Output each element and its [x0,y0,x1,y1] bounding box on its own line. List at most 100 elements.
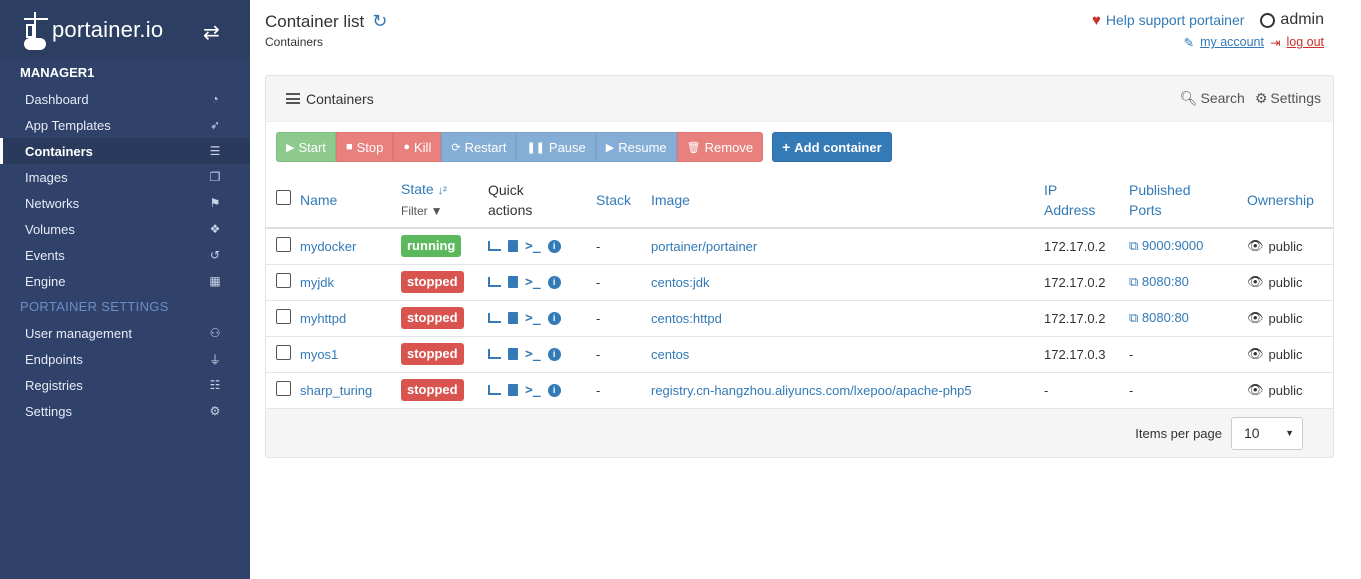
gear-icon: ⚙ [1254,90,1268,106]
stats-chart-icon[interactable] [488,313,501,323]
sidebar-item-engine[interactable]: Engine ▦ [0,268,250,294]
ownership-value: 👁︎ public [1247,274,1329,290]
trash-icon: 🗑︎ [686,141,701,154]
filter-icon[interactable]: ▼ [431,201,443,221]
console-terminal-icon[interactable]: >_ [525,239,541,254]
row-checkbox[interactable] [276,345,291,360]
portainer-logo-icon[interactable] [22,10,50,50]
state-filter[interactable]: Filter ▼ [401,201,480,221]
sort-icon[interactable]: ↓² [438,185,447,197]
sidebar-item-settings[interactable]: Settings ⚙ [0,398,250,424]
port-link[interactable]: ⧉ 8080:80 [1129,274,1189,289]
port-link[interactable]: ⧉ 9000:9000 [1129,238,1203,253]
sidebar-item-volumes[interactable]: Volumes ❖ [0,216,250,242]
container-name-link[interactable]: myos1 [300,347,338,362]
stop-button[interactable]: ■ Stop [335,132,394,162]
row-checkbox[interactable] [276,309,291,324]
stats-chart-icon[interactable] [488,349,501,359]
inspect-info-icon[interactable]: i [547,347,561,361]
kill-button[interactable]: ● Kill [393,132,442,162]
search-button[interactable]: 🔍︎ Search [1180,90,1245,107]
containers-widget: Containers 🔍︎ Search ⚙ Settings ▶ Start ■ St… [265,75,1334,458]
image-link[interactable]: centos [651,347,689,362]
add-container-button[interactable]: + Add container [772,132,892,162]
image-link[interactable]: portainer/portainer [651,239,757,254]
filter-label[interactable]: Filter [401,201,428,221]
console-terminal-icon[interactable]: >_ [525,383,541,398]
image-link[interactable]: centos:jdk [651,275,710,290]
inspect-info-icon[interactable]: i [547,383,561,397]
console-terminal-icon[interactable]: >_ [525,347,541,362]
stats-chart-icon[interactable] [488,241,501,252]
start-button[interactable]: ▶ Start [276,132,336,162]
sidebar-item-images[interactable]: Images ❐ [0,164,250,190]
sidebar-item-events[interactable]: Events ↺ [0,242,250,268]
column-ownership[interactable]: Ownership [1243,172,1333,229]
column-image[interactable]: Image [647,172,1040,229]
inspect-info-icon[interactable]: i [547,239,561,253]
inspect-info-icon[interactable]: i [547,275,561,289]
inspect-info-icon[interactable]: i [547,311,561,325]
heart-icon[interactable]: ♥ [1092,12,1101,29]
image-link[interactable]: centos:httpd [651,311,722,326]
clone-icon: ❐ [209,170,221,184]
plug-icon: ⏚ [208,352,221,367]
image-link[interactable]: registry.cn-hangzhou.aliyuncs.com/lxepoo… [651,383,972,398]
table-header-row: Name State ↓² Filter ▼ Quick actions Stack… [266,172,1333,229]
sidebar-item-networks[interactable]: Networks ⚑ [0,190,250,216]
chevron-down-icon: ▼ [1285,428,1294,438]
user-circle-icon [1260,12,1276,28]
log-out-link[interactable]: log out [1286,35,1324,50]
remove-button[interactable]: 🗑︎ Remove [676,132,764,162]
state-header-label[interactable]: State [401,181,434,197]
my-account-link[interactable]: my account [1200,35,1264,50]
row-checkbox[interactable] [276,237,291,253]
column-name[interactable]: Name [296,172,397,229]
row-checkbox[interactable] [276,381,291,396]
column-state[interactable]: State ↓² Filter ▼ [397,172,484,229]
stats-chart-icon[interactable] [488,385,501,395]
container-name-link[interactable]: mydocker [300,239,356,254]
stats-chart-icon[interactable] [488,277,501,287]
sidebar-item-registries[interactable]: Registries ☷ [0,372,250,398]
sidebar-item-endpoints[interactable]: Endpoints ⏚ [0,346,250,372]
row-checkbox[interactable] [276,273,291,288]
help-support-link[interactable]: Help support portainer [1106,12,1245,28]
eye-icon: 👁︎ [1247,346,1264,361]
database-icon: ☷ [209,378,221,392]
sidebar-settings-menu: User management ⚇ Endpoints ⏚ Registries ☷ Set… [0,320,250,424]
column-published-ports[interactable]: Published Ports [1125,172,1243,229]
logs-file-icon[interactable] [508,384,518,396]
brand-bar: portainer.io ⇄ [0,0,250,60]
exchange-icon[interactable]: ⇄ [203,20,220,45]
items-per-page-select[interactable]: 10 ▼ [1231,416,1303,450]
container-name-link[interactable]: myjdk [300,275,334,290]
container-name-link[interactable]: myhttpd [300,311,346,326]
console-terminal-icon[interactable]: >_ [525,275,541,290]
plus-icon: + [782,139,791,155]
sidebar-item-label: Endpoints [25,351,83,367]
restart-button[interactable]: ⟳ Restart [441,132,517,162]
status-badge: stopped [401,307,464,329]
refresh-icon[interactable]: ↻ [372,11,387,32]
logs-file-icon[interactable] [508,276,518,288]
sidebar-item-dashboard[interactable]: Dashboard ◔ [0,86,250,112]
select-all-checkbox[interactable] [276,189,291,205]
logo-text[interactable]: portainer.io [52,17,163,43]
resume-label: Resume [618,139,667,155]
port-link[interactable]: ⧉ 8080:80 [1129,310,1189,325]
resume-button[interactable]: ▶ Resume [595,132,677,162]
logs-file-icon[interactable] [508,240,518,253]
logs-file-icon[interactable] [508,312,518,324]
logs-file-icon[interactable] [508,348,518,360]
sidebar-item-user-management[interactable]: User management ⚇ [0,320,250,346]
pause-button[interactable]: ❚❚ Pause [516,132,596,162]
console-terminal-icon[interactable]: >_ [525,311,541,326]
page-title-wrap: Container list ↻ [265,11,387,32]
sidebar-item-containers[interactable]: Containers ☰ [0,138,250,164]
column-ip-address[interactable]: IP Address [1040,172,1125,229]
sidebar-item-app-templates[interactable]: App Templates ➶ [0,112,250,138]
settings-button[interactable]: ⚙ Settings [1255,90,1321,107]
column-stack[interactable]: Stack [592,172,647,229]
container-name-link[interactable]: sharp_turing [300,383,372,398]
